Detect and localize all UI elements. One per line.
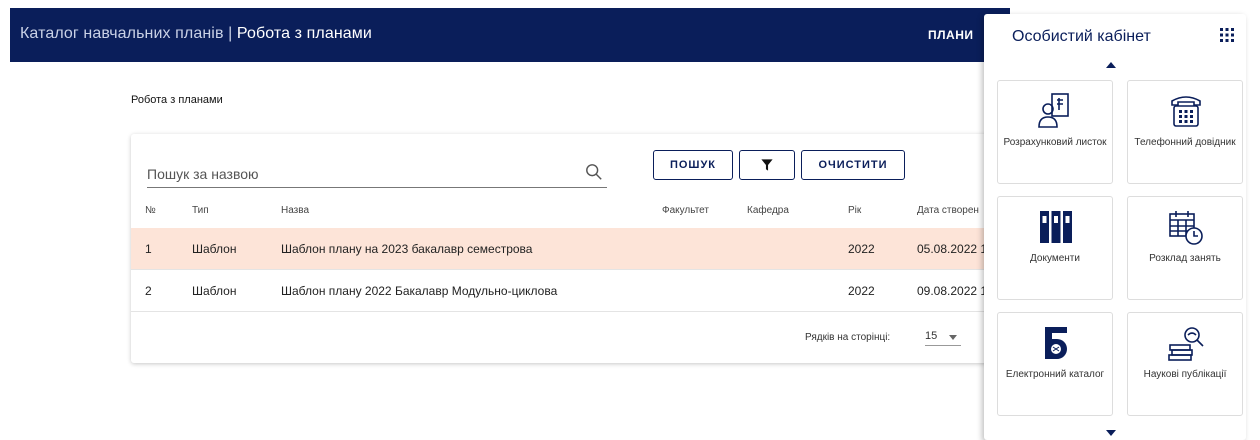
- cell-name: Шаблон плану 2022 Бакалавр Модульно-цикл…: [281, 284, 558, 298]
- pagination: Рядків на сторінці: 15: [131, 324, 1001, 354]
- cabinet-title: Особистий кабінет: [1012, 28, 1151, 45]
- cell-year: 2022: [848, 242, 875, 256]
- nav-plans[interactable]: ПЛАНИ: [928, 28, 974, 42]
- cell-number: 2: [145, 284, 152, 298]
- table-row[interactable]: 1 Шаблон Шаблон плану на 2023 бакалавр с…: [131, 228, 1001, 270]
- tile-label: Телефонний довідник: [1134, 137, 1236, 148]
- tile-schedule[interactable]: Розклад занять: [1127, 196, 1243, 300]
- col-name[interactable]: Назва: [281, 196, 309, 226]
- tile-phonebook[interactable]: Телефонний довідник: [1127, 80, 1243, 184]
- page-gutter: [0, 0, 10, 440]
- tile-label: Електронний каталог: [1005, 369, 1105, 380]
- scroll-down-icon[interactable]: [1106, 430, 1116, 436]
- cell-date: 09.08.2022 1: [917, 284, 988, 298]
- tile-label: Розклад занять: [1149, 253, 1221, 264]
- filter-button[interactable]: [739, 150, 795, 180]
- col-type[interactable]: Тип: [192, 196, 209, 226]
- clear-button[interactable]: ОЧИСТИТИ: [801, 150, 905, 180]
- col-date[interactable]: Дата створен: [917, 196, 979, 226]
- breadcrumb: Робота з планами: [131, 94, 223, 106]
- table-header: № Тип Назва Факультет Кафедра Рік Дата с…: [131, 196, 1001, 226]
- apps-grid-icon[interactable]: [1220, 28, 1234, 42]
- tile-label: Розрахунковий листок: [1003, 137, 1107, 148]
- catalog-icon: [1045, 327, 1067, 359]
- tile-payslip[interactable]: Розрахунковий листок: [997, 80, 1113, 184]
- cell-type: Шаблон: [192, 284, 237, 298]
- cell-name: Шаблон плану на 2023 бакалавр семестрова: [281, 242, 533, 256]
- header-title: Каталог навчальних планів | Робота з пла…: [20, 25, 372, 43]
- cell-type: Шаблон: [192, 242, 237, 256]
- title-separator: |: [223, 25, 237, 42]
- publications-icon: [1168, 327, 1204, 361]
- cell-number: 1: [145, 242, 152, 256]
- payslip-icon: [1038, 93, 1069, 128]
- app-header: Каталог навчальних планів | Робота з пла…: [10, 8, 1010, 62]
- tile-label: Документи: [1030, 253, 1080, 264]
- search-input[interactable]: Пошук за назвою: [147, 166, 259, 182]
- col-department[interactable]: Кафедра: [747, 196, 789, 226]
- tile-catalog[interactable]: Електронний каталог: [997, 312, 1113, 416]
- phone-icon: [1171, 96, 1201, 127]
- rows-per-page-label: Рядків на сторінці:: [805, 332, 891, 343]
- documents-icon: [1040, 211, 1072, 243]
- col-faculty[interactable]: Факультет: [662, 196, 709, 226]
- scroll-up-icon[interactable]: [1106, 62, 1116, 68]
- filter-icon: [761, 159, 773, 171]
- schedule-icon: [1169, 211, 1203, 245]
- tile-label: Наукові публікації: [1143, 369, 1227, 380]
- chevron-down-icon[interactable]: [949, 335, 957, 340]
- search-icon[interactable]: [585, 163, 603, 181]
- col-year[interactable]: Рік: [848, 196, 861, 226]
- search-button[interactable]: ПОШУК: [653, 150, 733, 180]
- col-number[interactable]: №: [145, 196, 156, 226]
- tile-publications[interactable]: Наукові публікації: [1127, 312, 1243, 416]
- plans-card: Пошук за назвою ПОШУК ОЧИСТИТИ № Тип Наз…: [131, 134, 1001, 363]
- cabinet-panel: Особистий кабінет Розрахунковий листок Т…: [984, 14, 1246, 440]
- search-field[interactable]: Пошук за назвою: [147, 158, 607, 188]
- table-row[interactable]: 2 Шаблон Шаблон плану 2022 Бакалавр Моду…: [131, 270, 1001, 312]
- section-title: Робота з планами: [236, 25, 372, 42]
- cell-year: 2022: [848, 284, 875, 298]
- tile-documents[interactable]: Документи: [997, 196, 1113, 300]
- cell-date: 05.08.2022 1: [917, 242, 988, 256]
- app-title[interactable]: Каталог навчальних планів: [20, 25, 224, 42]
